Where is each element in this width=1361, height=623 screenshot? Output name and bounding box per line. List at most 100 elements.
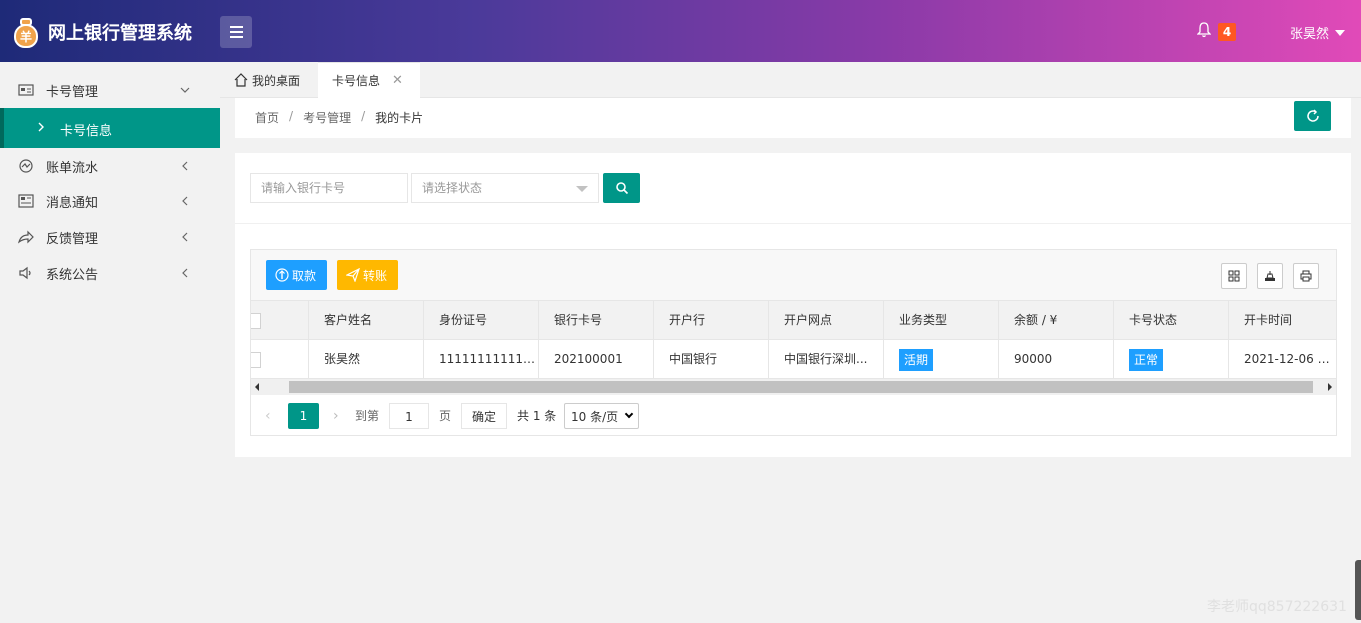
message-icon [18,194,34,208]
page-label: 页 [439,409,452,423]
print-icon [1300,270,1312,282]
logo: 羊 网上银行管理系统 [12,16,192,48]
export-button[interactable] [1257,263,1283,289]
refresh-button[interactable] [1294,101,1331,131]
column-header[interactable]: 业务类型 [884,301,999,340]
page-size-select[interactable]: 10 条/页 [564,403,639,429]
column-header[interactable]: 卡号状态 [1114,301,1229,340]
scrollbar-edge[interactable] [1355,560,1361,620]
caret-down-icon [576,186,588,192]
tab-label: 我的桌面 [252,73,301,88]
sidebar: 卡号管理 卡号信息 账单流水 消息通知 反馈管理 系统公告 [0,62,220,623]
table-row[interactable]: 张昊然 111111111111... 202100001 中国银行 中国银行深… [251,340,1336,379]
transfer-label: 转账 [363,268,388,283]
app-title: 网上银行管理系统 [48,23,192,44]
goto-page-input[interactable]: 1 [389,403,429,429]
grid-icon [1228,270,1240,282]
sidebar-item-bill-flow[interactable]: 账单流水 [0,148,220,184]
status-badge: 正常 [1129,348,1164,371]
watermark: 李老师qq857222631 [1207,599,1347,615]
total-count: 共 1 条 [517,409,557,423]
user-name: 张昊然 [1290,27,1330,42]
sidebar-item-messages[interactable]: 消息通知 [0,183,220,219]
tab-label: 卡号信息 [332,74,381,88]
column-header[interactable]: 身份证号 [424,301,539,340]
speaker-icon [19,266,31,280]
chevron-down-icon [624,409,634,419]
withdraw-label: 取款 [292,268,317,283]
cell-balance: 90000 [999,340,1114,379]
chevron-left-icon [182,196,188,206]
goto-confirm-button[interactable]: 确定 [461,403,507,429]
goto-label: 到第 [355,409,380,423]
breadcrumb-home[interactable]: 首页 [255,109,279,126]
cell-bank: 中国银行 [654,340,769,379]
columns-toggle-button[interactable] [1221,263,1247,289]
column-header[interactable]: 客户姓名 [309,301,424,340]
sidebar-item-label: 卡号管理 [46,84,99,100]
breadcrumb-current: 我的卡片 [375,111,424,125]
column-header[interactable]: 银行卡号 [539,301,654,340]
search-button[interactable] [603,173,640,203]
withdraw-button[interactable]: 取款 [266,260,327,290]
card-number-input[interactable]: 请输入银行卡号 [250,173,408,203]
logo-glyph: 羊 [19,30,32,44]
cell-open-time: 2021-12-06 1... [1244,352,1336,366]
chevron-left-icon [182,268,188,278]
table-toolbar: 取款 转账 [251,250,1336,301]
tab-bar: 我的桌面 卡号信息 ✕ [220,62,1361,98]
horizontal-scrollbar[interactable] [251,379,1336,395]
scrollbar-thumb[interactable] [289,381,1313,393]
scroll-left-icon[interactable] [255,383,259,391]
tab-home[interactable]: 我的桌面 [220,62,317,98]
row-select-cell [251,340,309,379]
column-header[interactable]: 开户行 [654,301,769,340]
close-icon[interactable]: ✕ [392,73,403,88]
sidebar-item-feedback[interactable]: 反馈管理 [0,219,220,255]
withdraw-icon [275,268,289,282]
next-page-icon[interactable]: › [333,403,339,429]
sidebar-subitem-card-info[interactable]: 卡号信息 [0,108,220,148]
chevron-right-icon [38,122,44,132]
breadcrumb-section[interactable]: 考号管理 [303,109,351,126]
export-icon [1265,271,1275,281]
current-page[interactable]: 1 [288,403,319,429]
cell-business-type: 活期 [884,340,999,379]
page-size-value: 10 条/页 [571,410,619,424]
sidebar-subitem-label: 卡号信息 [60,124,113,139]
share-icon [18,230,34,244]
user-menu[interactable]: 张昊然 [1290,23,1346,42]
refresh-icon [1306,109,1319,122]
column-header[interactable]: 开户网点 [769,301,884,340]
status-select[interactable]: 请选择状态 [411,173,599,203]
column-header[interactable]: 开卡时间 [1229,301,1336,340]
caret-down-icon [1335,29,1346,36]
prev-page-icon[interactable]: ‹ [265,403,271,429]
row-checkbox[interactable] [251,352,261,368]
main-content: 请输入银行卡号 请选择状态 取款 转账 客户姓名 身份证号 银行卡号 开户行 开… [235,153,1351,457]
tab-card-info[interactable]: 卡号信息 ✕ [318,62,420,98]
sidebar-item-announcements[interactable]: 系统公告 [0,255,220,291]
chevron-left-icon [182,161,188,171]
pagination: ‹ 1 › 到第 1 页 确定 共 1 条 10 条/页 [251,397,1336,435]
print-button[interactable] [1293,263,1319,289]
chart-icon [19,159,33,173]
chevron-left-icon [182,232,188,242]
menu-toggle-button[interactable] [220,16,252,48]
select-all-cell [251,301,309,340]
search-icon [615,182,628,195]
sidebar-item-card-management[interactable]: 卡号管理 [0,72,220,108]
sidebar-item-label: 系统公告 [46,267,99,283]
scroll-right-icon[interactable] [1328,383,1332,391]
notification-badge[interactable]: 4 [1218,23,1236,41]
chevron-down-icon [180,87,190,93]
cell-id-number: 111111111111... [424,340,539,379]
select-all-checkbox[interactable] [251,313,261,329]
status-placeholder: 请选择状态 [422,181,483,195]
breadcrumb-bar: 首页 / 考号管理 / 我的卡片 [235,98,1351,138]
breadcrumb: 首页 / 考号管理 / 我的卡片 [255,109,424,126]
table-header: 客户姓名 身份证号 银行卡号 开户行 开户网点 业务类型 余额 / ¥ 卡号状态… [251,301,1336,340]
transfer-button[interactable]: 转账 [337,260,398,290]
column-header[interactable]: 余额 / ¥ [999,301,1114,340]
bell-icon[interactable] [1197,22,1211,38]
